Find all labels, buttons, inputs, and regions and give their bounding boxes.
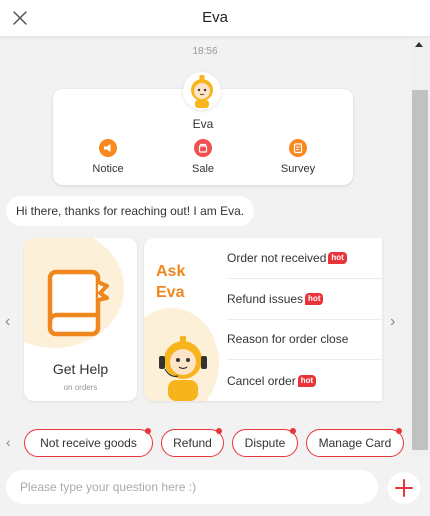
- carousel-next-icon[interactable]: ›: [390, 313, 395, 331]
- gift-icon: [194, 139, 212, 157]
- sale-button[interactable]: Sale: [173, 139, 233, 175]
- chip-label: Manage Card: [318, 436, 392, 450]
- carousel-prev-icon[interactable]: ‹: [5, 313, 10, 331]
- chip-label: Not receive goods: [40, 436, 137, 450]
- survey-button[interactable]: Survey: [268, 139, 328, 175]
- bot-name: Eva: [192, 117, 214, 131]
- hot-badge: hot: [305, 292, 324, 305]
- sale-label: Sale: [191, 163, 215, 175]
- chip-dot: [290, 428, 296, 434]
- faq-item-label: Reason for order close: [227, 332, 349, 347]
- faq-list: Order not received hot Refund issues hot…: [227, 238, 382, 401]
- quick-reply-refund[interactable]: Refund: [161, 428, 224, 457]
- hot-badge: hot: [328, 251, 347, 264]
- faq-refund-issues[interactable]: Refund issues hot: [227, 279, 382, 320]
- get-help-card[interactable]: Get Help on orders: [24, 238, 137, 401]
- message-timestamp: 18:56: [192, 46, 218, 57]
- chip-label: Refund: [173, 436, 212, 450]
- faq-item-label: Cancel order: [227, 373, 296, 388]
- scroll-up-arrow-icon[interactable]: [415, 42, 423, 47]
- notice-button[interactable]: Notice: [78, 139, 138, 175]
- get-help-title: Get Help: [52, 361, 109, 377]
- faq-cancel-order[interactable]: Cancel order hot: [227, 360, 382, 401]
- message-input[interactable]: [6, 470, 378, 504]
- plus-button[interactable]: [388, 472, 420, 504]
- chips-prev-icon[interactable]: ‹: [6, 434, 11, 450]
- plus-icon: [395, 479, 413, 497]
- quick-reply-not-receive-goods[interactable]: Not receive goods: [24, 428, 153, 457]
- get-help-subtitle: on orders: [63, 383, 98, 392]
- hot-badge: hot: [297, 374, 317, 387]
- megaphone-icon: [99, 139, 117, 157]
- robot-mascot-icon: [159, 336, 207, 401]
- ask-eva-heading-name: Eva: [156, 284, 185, 301]
- faq-item-label: Refund issues: [227, 291, 304, 306]
- bot-avatar: [183, 72, 221, 110]
- clipboard-icon: [289, 139, 307, 157]
- faq-item-label: Order not received: [227, 250, 327, 265]
- chip-dot: [396, 428, 402, 434]
- quick-reply-dispute[interactable]: Dispute: [232, 428, 298, 457]
- chat-area: 18:56 Eva Notice Sale Survey Hi there, t…: [0, 38, 410, 458]
- chip-label: Dispute: [244, 436, 286, 450]
- faq-order-not-received[interactable]: Order not received hot: [227, 238, 382, 279]
- survey-label: Survey: [280, 163, 316, 175]
- input-bar: [0, 462, 430, 516]
- book-icon: [47, 269, 109, 337]
- chip-dot: [216, 428, 222, 434]
- notice-label: Notice: [92, 163, 124, 175]
- chat-title: Eva: [202, 9, 228, 26]
- ask-eva-heading: Ask: [156, 263, 186, 280]
- chat-scrollbar[interactable]: [410, 38, 430, 458]
- greeting-message: Hi there, thanks for reaching out! I am …: [6, 196, 255, 226]
- chip-dot: [145, 428, 151, 434]
- quick-reply-manage-card[interactable]: Manage Card: [306, 428, 404, 457]
- chat-header: Eva: [0, 0, 430, 37]
- scroll-thumb[interactable]: [412, 90, 428, 450]
- faq-reason-for-order-close[interactable]: Reason for order close: [227, 320, 382, 361]
- ask-eva-card: Ask Eva Order not received hot Refund is…: [144, 238, 382, 401]
